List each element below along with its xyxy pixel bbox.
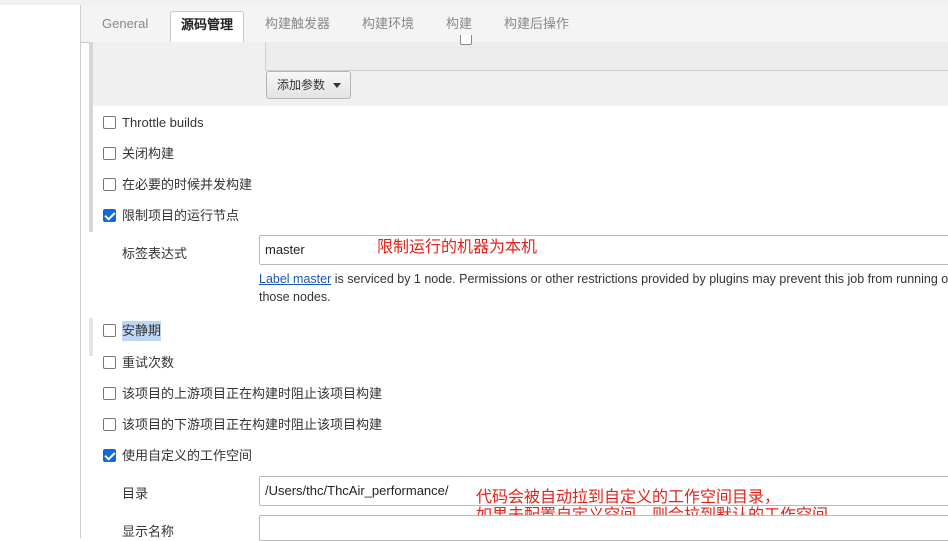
block-upstream-checkbox[interactable] <box>103 387 116 400</box>
quiet-period-label: 安静期 <box>122 321 162 341</box>
custom-workspace-label: 使用自定义的工作空间 <box>122 448 253 463</box>
tab-build-environment[interactable]: 构建环境 <box>352 11 424 42</box>
tab-build-triggers[interactable]: 构建触发器 <box>255 11 340 42</box>
close-build-label: 关闭构建 <box>122 146 175 161</box>
label-master-link[interactable]: Label master <box>259 272 331 286</box>
retry-count-label: 重试次数 <box>122 355 175 370</box>
label-expression-input[interactable]: master <box>259 235 948 265</box>
concurrent-builds-label: 在必要的时候并发构建 <box>122 177 253 192</box>
throttle-builds-checkbox[interactable] <box>103 116 116 129</box>
add-parameter-label: 添加参数 <box>277 78 326 92</box>
parameter-row <box>265 42 948 71</box>
label-expression-label: 标签表达式 <box>122 246 188 261</box>
section-indicator <box>89 318 93 356</box>
left-panel <box>0 5 81 538</box>
quiet-period-checkbox[interactable] <box>103 324 116 337</box>
throttle-builds-label: Throttle builds <box>122 115 204 130</box>
workspace-directory-label: 目录 <box>122 486 149 501</box>
block-downstream-label: 该项目的下游项目正在构建时阻止该项目构建 <box>122 417 383 432</box>
display-name-label: 显示名称 <box>122 524 175 539</box>
restrict-node-label: 限制项目的运行节点 <box>122 208 240 223</box>
concurrent-builds-checkbox[interactable] <box>103 178 116 191</box>
tab-post-build-actions[interactable]: 构建后操作 <box>494 11 579 42</box>
restrict-node-checkbox[interactable] <box>103 209 116 222</box>
close-build-checkbox[interactable] <box>103 147 116 160</box>
parameter-checkbox[interactable] <box>460 35 472 45</box>
block-downstream-checkbox[interactable] <box>103 418 116 431</box>
label-help-text: is serviced by 1 node. Permissions or ot… <box>259 272 948 304</box>
section-indicator <box>89 42 93 232</box>
tab-source-code-management[interactable]: 源码管理 <box>170 11 245 43</box>
add-parameter-button[interactable]: 添加参数 <box>266 71 351 99</box>
config-tab-bar: General 源码管理 构建触发器 构建环境 构建 构建后操作 <box>81 5 948 43</box>
retry-count-checkbox[interactable] <box>103 356 116 369</box>
tab-build[interactable]: 构建 <box>436 11 482 42</box>
restrict-node-annotation: 限制运行的机器为本机 <box>377 239 538 256</box>
block-upstream-label: 该项目的上游项目正在构建时阻止该项目构建 <box>122 386 383 401</box>
label-expression-help: Label master is serviced by 1 node. Perm… <box>259 270 948 306</box>
tab-general[interactable]: General <box>92 11 158 42</box>
custom-workspace-checkbox[interactable] <box>103 449 116 462</box>
chevron-down-icon <box>333 83 342 89</box>
display-name-input[interactable] <box>259 515 948 541</box>
